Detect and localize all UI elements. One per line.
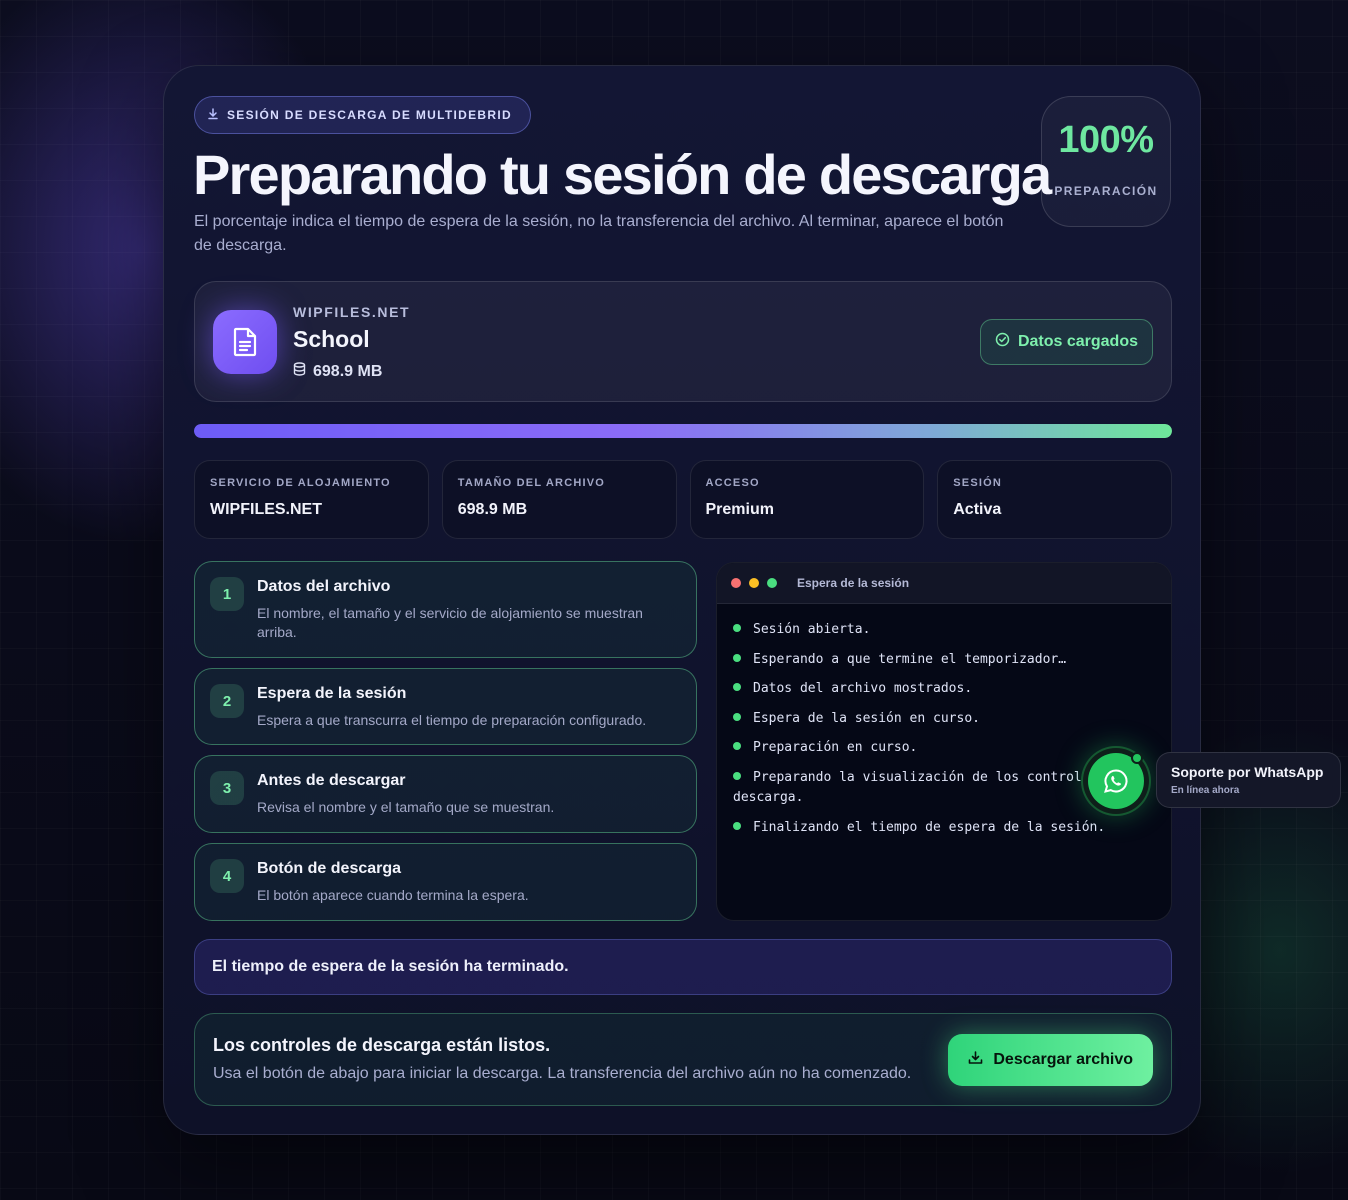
stat-label: SERVICIO DE ALOJAMIENTO: [210, 477, 391, 489]
download-spark-icon: [207, 107, 219, 123]
preparation-percentage: 100% PREPARACIÓN: [1041, 96, 1171, 227]
stats-row: SERVICIO DE ALOJAMIENTO WIPFILES.NET TAM…: [194, 460, 1172, 539]
page-title: Preparando tu sesión de descarga: [193, 143, 1052, 206]
whatsapp-support-status: En línea ahora: [1171, 785, 1240, 796]
whatsapp-support-button[interactable]: [1081, 746, 1151, 816]
step-session-wait: 2 Espera de la sesión Espera a que trans…: [194, 668, 697, 745]
window-dot-yellow: [749, 578, 759, 588]
file-info-panel: WIPFILES.NET School 698.9 MB Datos carga…: [194, 281, 1172, 402]
download-file-button[interactable]: Descargar archivo: [948, 1034, 1153, 1086]
stat-host: SERVICIO DE ALOJAMIENTO WIPFILES.NET: [194, 460, 429, 539]
stat-value: 698.9 MB: [457, 501, 528, 518]
terminal-title-bar: Espera de la sesión: [717, 563, 1171, 604]
log-line: Espera de la sesión en curso.: [733, 709, 1155, 729]
session-finished-notice: El tiempo de espera de la sesión ha term…: [194, 939, 1172, 995]
step-file-data: 1 Datos del archivo El nombre, el tamaño…: [194, 561, 697, 658]
step-download-button: 4 Botón de descarga El botón aparece cua…: [194, 843, 697, 921]
step-number: 2: [210, 684, 244, 718]
download-ready-panel: Los controles de descarga están listos. …: [194, 1013, 1172, 1106]
stat-label: TAMAÑO DEL ARCHIVO: [457, 477, 606, 489]
log-line: Finalizando el tiempo de espera de la se…: [733, 818, 1155, 838]
data-loaded-label: Datos cargados: [1017, 333, 1138, 350]
preparation-label: PREPARACIÓN: [1054, 184, 1158, 198]
document-icon: [213, 310, 277, 374]
file-size: 698.9 MB: [293, 362, 382, 381]
step-title: Botón de descarga: [257, 860, 402, 877]
bullet-icon: [733, 683, 741, 692]
step-description: Espera a que transcurra el tiempo de pre…: [257, 712, 647, 728]
log-line: Sesión abierta.: [733, 620, 1155, 640]
terminal-title: Espera de la sesión: [797, 576, 910, 590]
file-host: WIPFILES.NET: [293, 304, 411, 320]
log-line: Datos del archivo mostrados.: [733, 679, 1155, 699]
stat-value: WIPFILES.NET: [210, 501, 322, 518]
step-description: El nombre, el tamaño y el servicio de al…: [257, 605, 643, 640]
online-indicator: [1131, 752, 1143, 764]
stat-label: ACCESO: [705, 477, 760, 489]
download-icon: [968, 1050, 983, 1070]
step-description: El botón aparece cuando termina la esper…: [257, 887, 529, 903]
step-number: 4: [210, 859, 244, 893]
step-title: Datos del archivo: [257, 578, 391, 595]
ready-description: Usa el botón de abajo para iniciar la de…: [213, 1065, 912, 1082]
whatsapp-support-title: Soporte por WhatsApp: [1171, 764, 1324, 780]
session-badge-label: SESIÓN DE DESCARGA DE MULTIDEBRID: [227, 108, 512, 122]
stat-access: ACCESO Premium: [689, 460, 925, 539]
stat-value: Activa: [953, 501, 1002, 518]
download-session-card: SESIÓN DE DESCARGA DE MULTIDEBRID Prepar…: [163, 65, 1201, 1135]
file-size-value: 698.9 MB: [313, 362, 383, 380]
stat-file-size: TAMAÑO DEL ARCHIVO 698.9 MB: [441, 460, 677, 539]
step-title: Espera de la sesión: [257, 685, 407, 702]
bullet-icon: [733, 742, 741, 751]
session-badge: SESIÓN DE DESCARGA DE MULTIDEBRID: [194, 96, 531, 134]
step-description: Revisa el nombre y el tamaño que se mues…: [257, 799, 555, 815]
window-dot-green: [767, 578, 777, 588]
bullet-icon: [733, 653, 741, 662]
file-name: School: [293, 326, 370, 352]
ready-title: Los controles de descarga están listos.: [213, 1035, 551, 1055]
step-title: Antes de descargar: [257, 772, 406, 789]
bullet-icon: [733, 712, 741, 721]
database-icon: [293, 362, 306, 381]
progress-fill: [194, 424, 1172, 438]
data-loaded-badge: Datos cargados: [979, 319, 1153, 365]
stat-value: Premium: [705, 501, 774, 518]
whatsapp-support-tooltip: Soporte por WhatsApp En línea ahora: [1156, 752, 1341, 808]
session-log-terminal: Espera de la sesión Sesión abierta. Espe…: [716, 562, 1172, 921]
bullet-icon: [733, 624, 741, 632]
preparation-value: 100%: [1058, 119, 1154, 161]
stat-label: SESIÓN: [953, 477, 1003, 489]
window-dot-red: [731, 578, 741, 588]
bullet-icon: [733, 771, 741, 780]
log-line: Esperando a que termine el temporizador…: [733, 650, 1155, 670]
step-before-download: 3 Antes de descargar Revisa el nombre y …: [194, 755, 697, 833]
stat-session: SESIÓN Activa: [937, 460, 1172, 539]
step-number: 1: [210, 577, 244, 611]
progress-bar: [194, 424, 1172, 438]
check-circle-icon: [995, 332, 1010, 352]
download-file-label: Descargar archivo: [993, 1051, 1133, 1068]
step-number: 3: [210, 771, 244, 805]
page-subtitle: El porcentaje indica el tiempo de espera…: [194, 213, 1004, 254]
bullet-icon: [733, 821, 741, 830]
